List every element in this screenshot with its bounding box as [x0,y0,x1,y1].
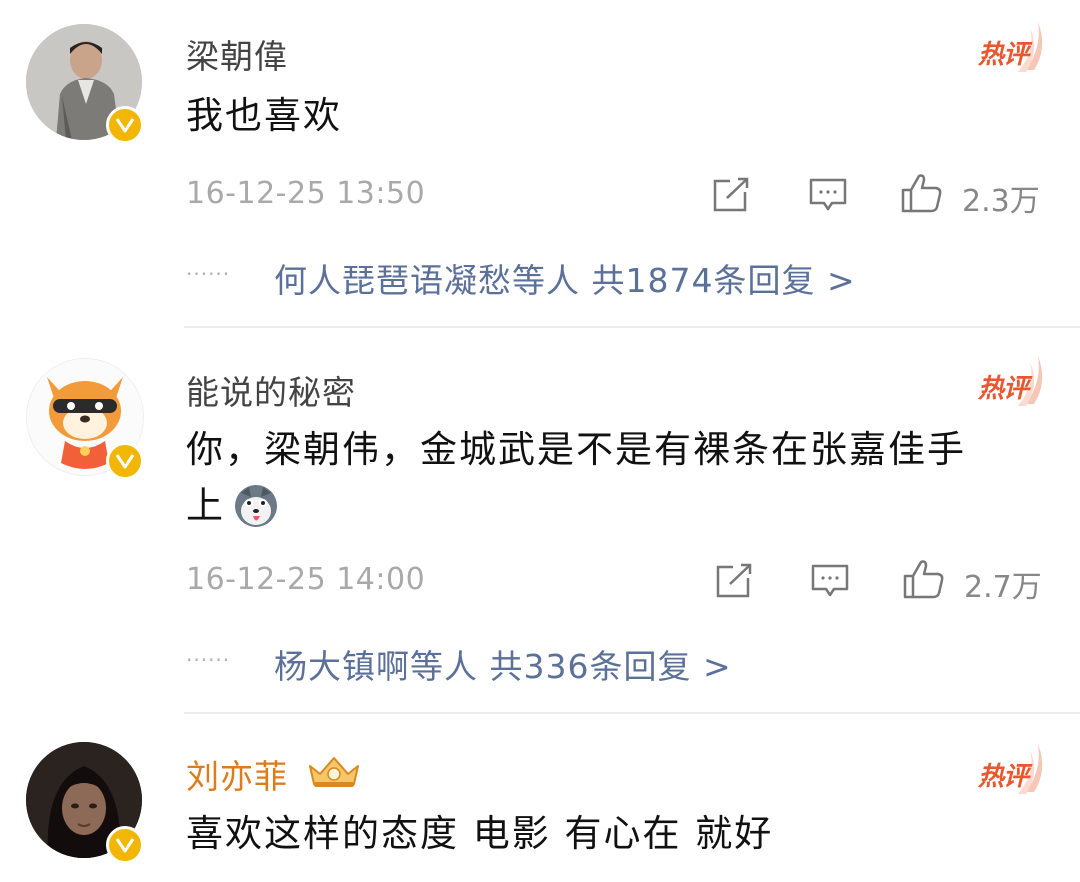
divider [184,712,1080,714]
like-icon[interactable] [902,558,946,604]
username[interactable]: 刘亦菲 [186,750,288,798]
hot-label: 热评 [978,374,1029,404]
comment-icon[interactable] [810,562,850,604]
like-count: 2.7万 [964,570,1042,605]
comment-item: 梁朝偉 热评 我也喜欢 16-12-25 13:50 2.3万 ······ 何… [0,0,1080,330]
comment-text: 你，梁朝伟，金城武是不是有裸条在张嘉佳手 上 [186,422,1046,534]
comment-text-line: 你，梁朝伟，金城武是不是有裸条在张嘉佳手 [186,428,966,471]
crown-icon [306,752,362,794]
hot-comment-badge: 热评 [978,740,1050,796]
timestamp: 16-12-25 13:50 [186,176,426,211]
comment-text: 喜欢这样的态度 电影 有心在 就好 [186,812,774,855]
divider [184,326,1080,328]
comment-text: 我也喜欢 [186,94,342,137]
husky-emoji-icon [233,483,279,529]
like-count: 2.3万 [962,184,1040,219]
like-icon[interactable] [900,172,944,218]
ellipsis: ······ [186,262,231,286]
comment-icon[interactable] [808,176,848,218]
replies-link[interactable]: 何人琵琶语凝愁等人 共1874条回复 > [274,254,856,302]
comment-text-line: 上 [186,478,1046,534]
username[interactable]: 能说的秘密 [186,366,356,414]
hot-comment-badge: 热评 [978,18,1050,74]
replies-link[interactable]: 杨大镇啊等人 共336条回复 > [274,640,732,688]
hot-label: 热评 [978,40,1029,70]
verified-icon [106,826,144,864]
comment-text-end: 上 [186,484,225,527]
comment-item: 能说的秘密 热评 你，梁朝伟，金城武是不是有裸条在张嘉佳手 上 16-12-25… [0,330,1080,716]
username[interactable]: 梁朝偉 [186,30,288,78]
share-icon[interactable] [713,176,751,216]
hot-comment-badge: 热评 [978,352,1050,408]
verified-icon [106,106,144,144]
hot-label: 热评 [978,762,1029,792]
verified-icon [106,442,144,480]
share-icon[interactable] [716,562,754,602]
ellipsis: ······ [186,648,231,672]
timestamp: 16-12-25 14:00 [186,562,426,597]
comment-item: 刘亦菲 热评 喜欢这样的态度 电影 有心在 就好 [0,716,1080,882]
